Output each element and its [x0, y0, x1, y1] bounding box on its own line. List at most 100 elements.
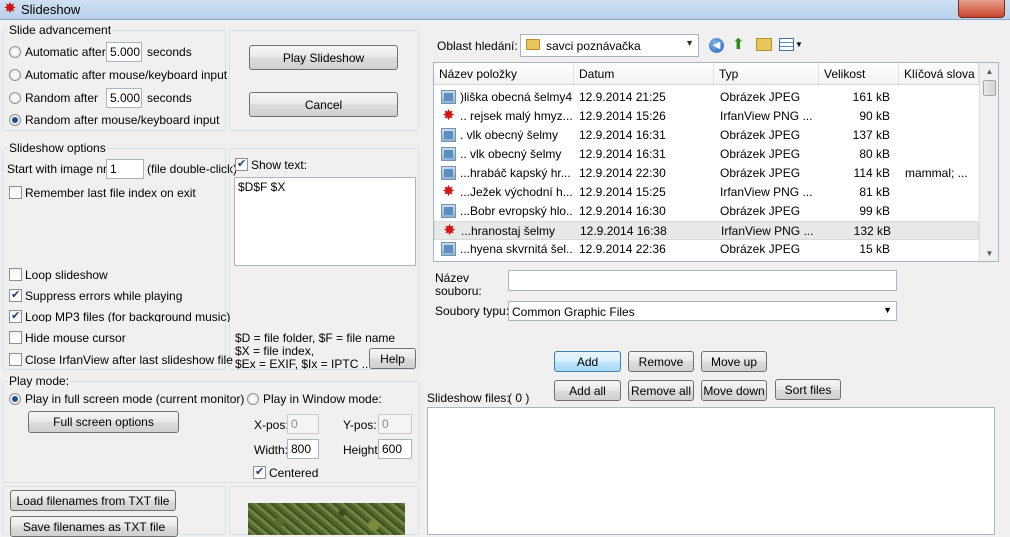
file-date-cell: 12.9.2014 16:31	[579, 128, 666, 142]
vertical-scrollbar[interactable]: ▲ ▼	[979, 63, 998, 261]
remove-button[interactable]: Remove	[628, 351, 694, 372]
help-text-line2: $X = file index,	[235, 344, 315, 358]
file-size-cell: 81 kB	[859, 185, 890, 199]
jpeg-file-icon	[441, 90, 456, 104]
filename-input[interactable]	[508, 270, 897, 291]
window-title: Slideshow	[21, 2, 81, 17]
random-mouse-radio[interactable]	[9, 114, 21, 126]
play-slideshow-button[interactable]: Play Slideshow	[249, 45, 398, 70]
file-date-cell: 12.9.2014 22:36	[579, 242, 666, 256]
height-input[interactable]: 600	[378, 439, 412, 459]
width-label: Width:	[254, 443, 289, 457]
load-txt-button[interactable]: Load filenames from TXT file	[10, 490, 176, 511]
start-image-input[interactable]: 1	[106, 159, 144, 179]
view-menu-icon[interactable]	[779, 38, 794, 51]
image-preview	[248, 503, 405, 535]
fullscreen-radio[interactable]	[9, 393, 21, 405]
fullscreen-options-button[interactable]: Full screen options	[28, 411, 179, 433]
close-after-last-checkbox[interactable]	[9, 353, 22, 366]
file-type-cell: Obrázek JPEG	[720, 128, 801, 142]
new-folder-icon[interactable]	[756, 38, 772, 51]
xpos-input[interactable]: 0	[287, 414, 319, 434]
lookin-value: savci poznávačka	[546, 39, 641, 53]
move-down-button[interactable]: Move down	[701, 380, 767, 401]
play-mode-legend: Play mode:	[8, 374, 71, 388]
file-type-cell: IrfanView PNG ...	[721, 224, 814, 238]
file-row[interactable]: ...hyena skvrnitá šel... 12.9.2014 22:36 O…	[434, 240, 979, 259]
file-row[interactable]: )liška obecná šelmy4 12.9.2014 21:25 Obráz…	[434, 88, 979, 107]
help-text-line3: $Ex = EXIF, $Ix = IPTC ...	[235, 357, 369, 371]
back-arrow-icon[interactable]: ◀	[709, 38, 724, 53]
file-size-cell: 15 kB	[859, 242, 890, 256]
add-all-button[interactable]: Add all	[554, 380, 621, 401]
loop-slideshow-checkbox[interactable]	[9, 268, 22, 281]
file-row[interactable]: .. vlk obecný šelmy 12.9.2014 16:31 Obráze…	[434, 145, 979, 164]
remember-index-checkbox[interactable]	[9, 186, 22, 199]
chevron-down-icon: ▼	[883, 305, 892, 315]
cancel-button[interactable]: Cancel	[249, 92, 398, 117]
file-name-cell: ...hyena skvrnitá šel...	[460, 242, 572, 256]
jpeg-file-icon	[441, 242, 456, 256]
scroll-down-icon[interactable]: ▼	[980, 249, 998, 258]
automatic-seconds-input[interactable]: 5.000	[106, 42, 142, 62]
file-type-cell: Obrázek JPEG	[720, 90, 801, 104]
suppress-errors-checkbox[interactable]	[9, 288, 22, 302]
width-input[interactable]: 800	[287, 439, 319, 459]
help-button[interactable]: Help	[369, 348, 416, 369]
jpeg-file-icon	[441, 166, 456, 180]
height-label: Height:	[343, 443, 382, 457]
col-type[interactable]: Typ	[714, 63, 819, 85]
centered-checkbox[interactable]	[253, 465, 266, 479]
filename-label-text: Název souboru:	[435, 271, 482, 298]
file-name-cell: ...hrabáč kapský hr...	[460, 166, 571, 180]
jpeg-file-icon	[441, 128, 456, 142]
file-date-cell: 12.9.2014 16:30	[579, 204, 666, 218]
ypos-input[interactable]: 0	[378, 414, 412, 434]
automatic-mouse-radio[interactable]	[9, 69, 21, 81]
file-size-cell: 137 kB	[852, 128, 890, 142]
show-text-checkbox[interactable]	[235, 157, 248, 171]
file-size-cell: 99 kB	[859, 204, 890, 218]
close-window-button[interactable]	[958, 0, 1005, 18]
file-list[interactable]: Název položky Datum Typ Velikost Klíčová…	[433, 62, 999, 262]
remember-index-label: Remember last file index on exit	[25, 186, 196, 200]
file-row[interactable]: . vlk obecný šelmy 12.9.2014 16:31 Obrázek…	[434, 126, 979, 145]
col-name[interactable]: Název položky	[434, 63, 574, 85]
move-up-button[interactable]: Move up	[701, 351, 767, 372]
file-size-cell: 161 kB	[852, 90, 890, 104]
file-row[interactable]: ✸ ...hranostaj šelmy 12.9.2014 16:38 IrfanV…	[434, 221, 979, 240]
automatic-radio[interactable]	[9, 46, 21, 58]
save-txt-button[interactable]: Save filenames as TXT file	[10, 516, 178, 537]
col-size[interactable]: Velikost	[819, 63, 899, 85]
sort-files-button[interactable]: Sort files	[775, 379, 841, 400]
file-row[interactable]: ✸ ...Ježek východní h... 12.9.2014 15:25 Ir…	[434, 183, 979, 202]
file-date-cell: 12.9.2014 22:30	[579, 166, 666, 180]
filetype-dropdown[interactable]: Common Graphic Files ▼	[508, 301, 897, 321]
random-radio[interactable]	[9, 92, 21, 104]
show-text-input[interactable]: $D$F $X	[234, 177, 416, 266]
view-menu-chevron-icon[interactable]: ▼	[795, 40, 803, 49]
slide-advancement-legend: Slide advancement	[8, 23, 113, 37]
ypos-label: Y-pos:	[343, 418, 377, 432]
add-button[interactable]: Add	[554, 351, 621, 372]
up-folder-icon[interactable]: ⬆	[732, 36, 748, 53]
remove-all-button[interactable]: Remove all	[628, 380, 694, 401]
file-row[interactable]: ...hrabáč kapský hr... 12.9.2014 22:30 Obr…	[434, 164, 979, 183]
file-row[interactable]: ...Bobr evropský hlo... 12.9.2014 16:30 Ob…	[434, 202, 979, 221]
slideshow-files-list[interactable]	[427, 407, 995, 535]
file-name-cell: . vlk obecný šelmy	[460, 128, 559, 142]
col-keywords[interactable]: Klíčová slova	[899, 63, 979, 85]
loop-mp3-checkbox[interactable]	[9, 309, 22, 323]
hide-mouse-checkbox[interactable]	[9, 331, 22, 344]
random-seconds-input[interactable]: 5.000	[106, 88, 142, 108]
file-name-cell: .. rejsek malý hmyz...	[460, 109, 572, 123]
window-mode-radio[interactable]	[247, 393, 259, 405]
file-row[interactable]: ✸ .. rejsek malý hmyz... 12.9.2014 15:26 Ir…	[434, 107, 979, 126]
png-file-icon: ✸	[443, 222, 456, 239]
lookin-dropdown[interactable]: savci poznávačka ▼	[520, 34, 699, 57]
random-mouse-tail: after mouse/keyboard input	[74, 113, 220, 127]
col-date[interactable]: Datum	[574, 63, 714, 85]
scroll-up-icon[interactable]: ▲	[980, 67, 998, 76]
scroll-thumb[interactable]	[983, 80, 996, 96]
file-date-cell: 12.9.2014 16:31	[579, 147, 666, 161]
